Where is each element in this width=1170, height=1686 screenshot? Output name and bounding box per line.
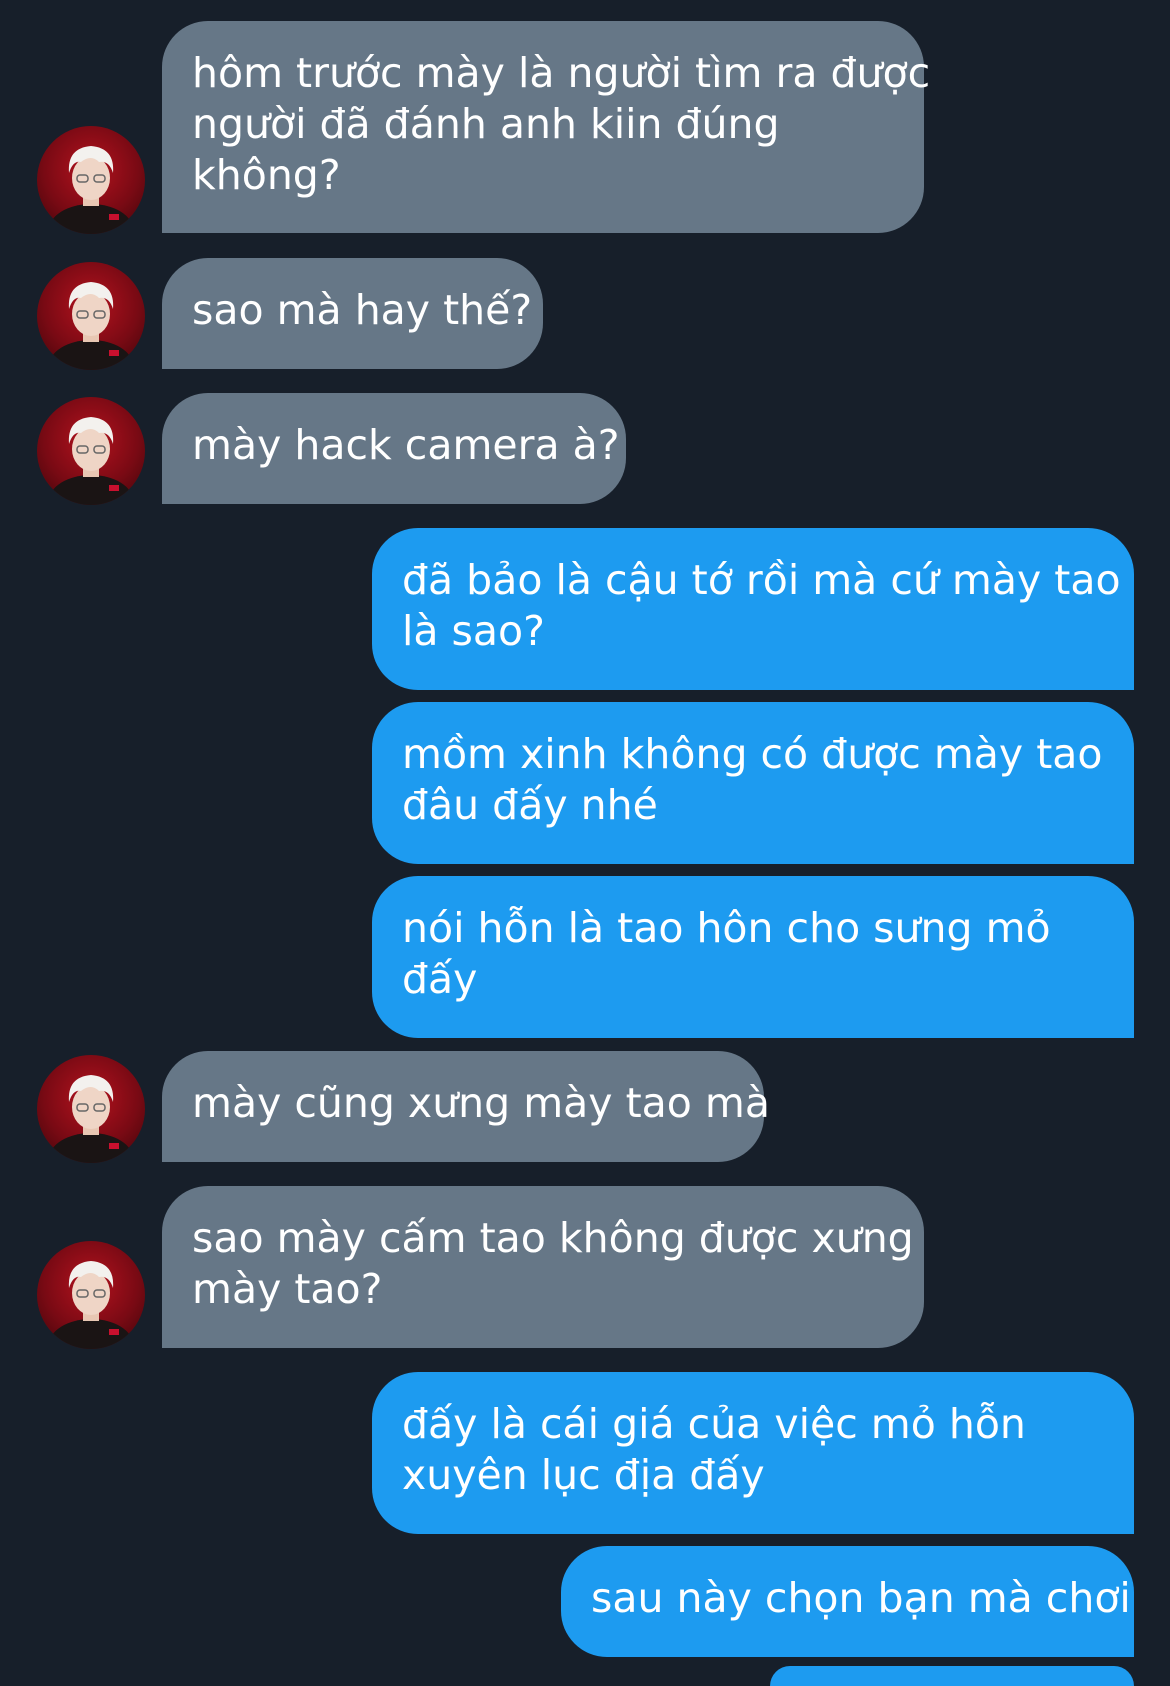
message-bubble-partial[interactable] (770, 1666, 1134, 1686)
message-bubble-outgoing[interactable]: mồm xinh không có được mày tao đâu đấy n… (372, 702, 1134, 864)
user-avatar-icon (49, 417, 133, 505)
message-bubble-incoming[interactable]: mày cũng xưng mày tao mà (162, 1051, 770, 1162)
user-avatar-icon (49, 282, 133, 370)
contact-avatar[interactable] (37, 126, 145, 234)
message-line: là sao? (402, 607, 545, 655)
user-avatar-icon (49, 1261, 133, 1349)
message-bubble-outgoing[interactable]: đã bảo là cậu tớ rồi mà cứ mày tao là sa… (372, 528, 1134, 690)
message-line: sao mày cấm tao không được xưng (192, 1214, 914, 1262)
message-line: xuyên lục địa đấy (402, 1451, 765, 1499)
message-line: hôm trước mày là người tìm ra được (192, 49, 931, 97)
message-line: người đã đánh anh kiin đúng (192, 100, 780, 148)
message-bubble-outgoing[interactable]: nói hỗn là tao hôn cho sưng mỏ đấy (372, 876, 1134, 1038)
contact-avatar[interactable] (37, 1055, 145, 1163)
contact-avatar[interactable] (37, 262, 145, 370)
message-bubble-incoming[interactable]: sao mà hay thế? (162, 258, 543, 369)
message-line: nói hỗn là tao hôn cho sưng mỏ (402, 904, 1051, 952)
message-line: mày tao? (192, 1265, 383, 1313)
message-line: mồm xinh không có được mày tao (402, 730, 1103, 778)
message-line: đấy là cái giá của việc mỏ hỗn (402, 1400, 1026, 1448)
message-line: đấy (402, 955, 478, 1003)
message-bubble-incoming[interactable]: sao mày cấm tao không được xưng mày tao? (162, 1186, 924, 1348)
contact-avatar[interactable] (37, 397, 145, 505)
message-bubble-incoming[interactable]: mày hack camera à? (162, 393, 626, 504)
message-bubble-outgoing[interactable]: sau này chọn bạn mà chơi (561, 1546, 1134, 1657)
user-avatar-icon (49, 146, 133, 234)
message-line: không? (192, 151, 341, 199)
message-bubble-outgoing[interactable]: đấy là cái giá của việc mỏ hỗn xuyên lục… (372, 1372, 1134, 1534)
message-line: sau này chọn bạn mà chơi (591, 1574, 1131, 1622)
message-line: sao mà hay thế? (192, 286, 533, 334)
contact-avatar[interactable] (37, 1241, 145, 1349)
message-bubble-incoming[interactable]: hôm trước mày là người tìm ra được người… (162, 21, 931, 233)
message-line: mày cũng xưng mày tao mà (192, 1079, 770, 1127)
message-line: đâu đấy nhé (402, 781, 658, 829)
message-line: mày hack camera à? (192, 421, 620, 469)
message-line: đã bảo là cậu tớ rồi mà cứ mày tao (402, 556, 1121, 604)
user-avatar-icon (49, 1075, 133, 1163)
